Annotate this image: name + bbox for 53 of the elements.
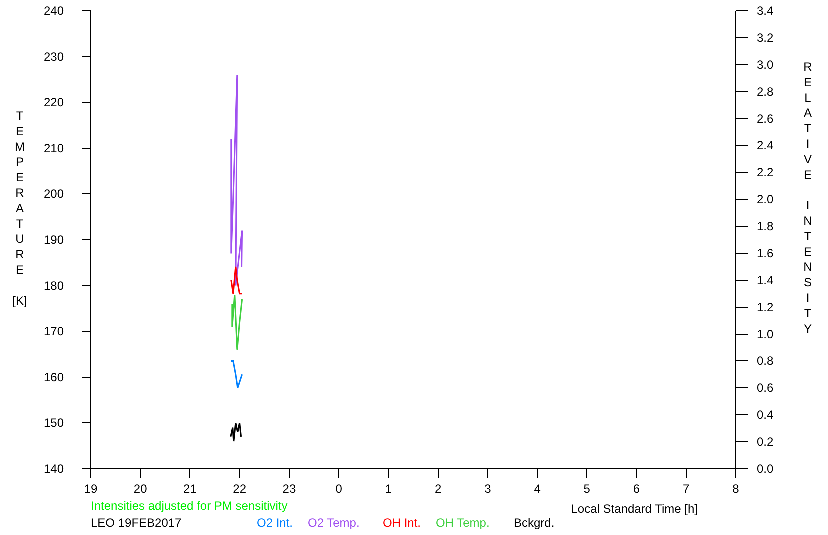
axis-tick-label: 0.2 xyxy=(757,435,774,450)
axis-tick-label: 22 xyxy=(233,482,247,496)
axis-tick-label: 2.4 xyxy=(757,138,774,153)
axis-tick-label: 220 xyxy=(44,96,64,110)
axis-tick-label: 4 xyxy=(534,482,541,496)
axis-tick-label: 7 xyxy=(683,482,690,496)
legend-label: O2 Int. xyxy=(257,516,294,530)
axis-tick-label: 19 xyxy=(84,482,98,496)
axis-tick-label: 5 xyxy=(584,482,590,496)
axis-tick-label: 170 xyxy=(44,324,64,339)
axis-tick-label: 240 xyxy=(44,4,64,18)
x-axis-title: Local Standard Time [h] xyxy=(571,502,698,516)
axis-tick-label: 21 xyxy=(184,482,197,496)
secondary-y-axis-title: RELATIVE INTENSITY xyxy=(804,60,812,336)
station-date: LEO 19FEB2017 xyxy=(91,516,182,530)
axis-tick-label: 23 xyxy=(282,482,296,496)
axis-tick-label: 3.2 xyxy=(757,30,774,45)
axis-tick-label: 3.0 xyxy=(757,58,774,72)
axis-tick-label: 2.6 xyxy=(757,112,774,126)
axis-tick-label: 150 xyxy=(44,416,64,430)
axis-tick-label: 1.6 xyxy=(757,246,774,260)
axis-tick-label: 1.2 xyxy=(757,300,774,314)
legend-label: Bckgrd. xyxy=(514,516,555,530)
axis-tick-label: 0.8 xyxy=(757,354,774,368)
axis-tick-label: 3 xyxy=(484,482,492,496)
legend-label: OH Int. xyxy=(383,516,422,530)
axis-tick-label: 230 xyxy=(44,50,64,64)
axis-tick-label: 210 xyxy=(44,141,64,156)
legend-label: OH Temp. xyxy=(436,516,490,530)
axis-tick-label: 0.0 xyxy=(757,462,774,476)
note-text: Intensities adjusted for PM sensitivity xyxy=(91,499,288,513)
axis-tick-label: 6 xyxy=(633,482,640,496)
axis-tick-label: 140 xyxy=(44,462,64,476)
axis-tick-label: 1 xyxy=(385,482,392,496)
axis-tick-label: 0.4 xyxy=(757,408,774,422)
axis-tick-label: 3.4 xyxy=(757,4,774,18)
axis-tick-label: 1.0 xyxy=(757,327,774,342)
axis-tick-label: 180 xyxy=(44,278,64,293)
axis-tick-label: 200 xyxy=(44,187,64,202)
y-axis-title: TEMPERATURE [K] xyxy=(12,109,28,308)
axis-tick-label: 20 xyxy=(134,482,148,496)
axis-tick-label: 190 xyxy=(44,233,64,247)
axis-tick-label: 1.4 xyxy=(757,273,774,288)
axis-tick-label: 2.2 xyxy=(757,166,774,180)
axis-tick-label: 2 xyxy=(434,482,442,496)
axis-tick-label: 8 xyxy=(732,482,740,496)
axis-tick-label: 0 xyxy=(336,482,342,496)
legend-label: O2 Temp. xyxy=(308,516,360,530)
axis-tick-label: 1.8 xyxy=(757,220,774,234)
axis-tick-label: 2.0 xyxy=(757,192,774,207)
axis-tick-label: 160 xyxy=(44,370,64,384)
axis-tick-label: 0.6 xyxy=(757,381,774,396)
axis-tick-label: 2.8 xyxy=(757,84,774,99)
